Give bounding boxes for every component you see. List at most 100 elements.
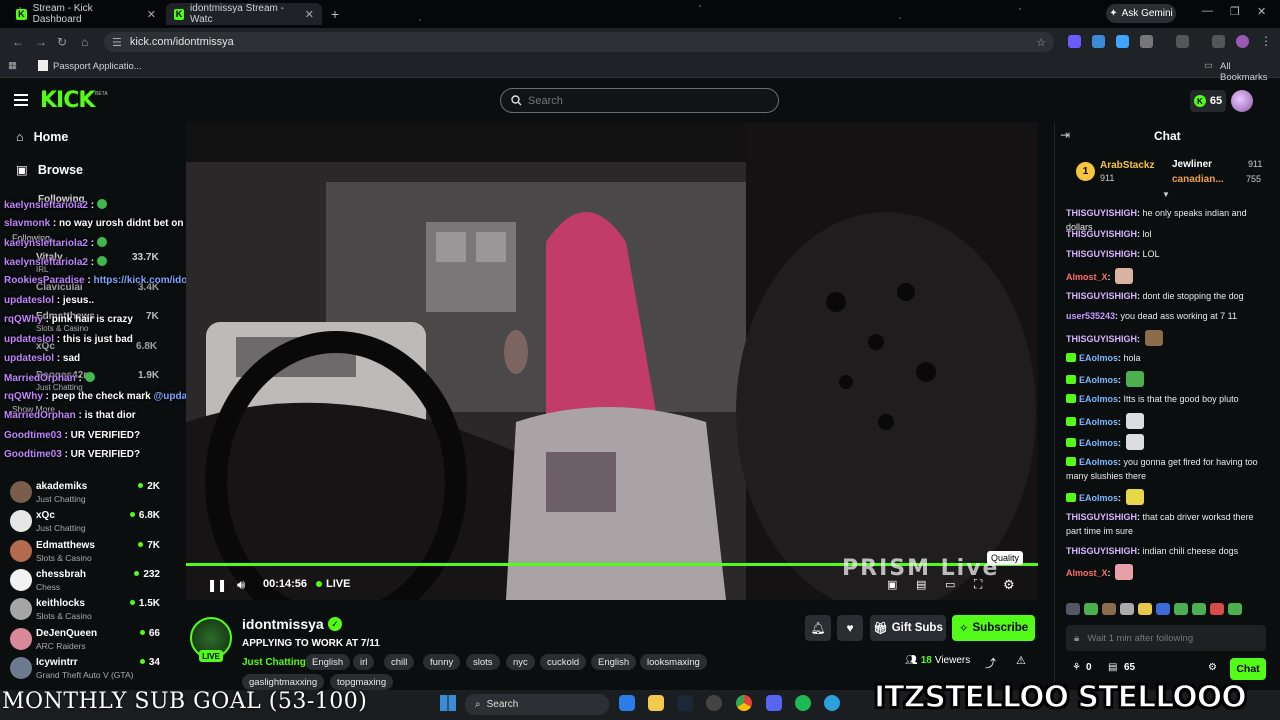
overlay-chat-user[interactable]: rqQWhy [4, 391, 43, 402]
cast-icon[interactable] [1176, 35, 1189, 48]
emote-icon[interactable] [1102, 603, 1116, 615]
sidebar-channel-edmatthews[interactable]: Edmatthews Slots & Casino 7K [10, 537, 162, 566]
chat-username[interactable]: THISGUYISHIGH [1066, 334, 1137, 344]
kick-logo[interactable]: KICK [40, 88, 95, 113]
site-info-icon[interactable]: ☰ [112, 36, 122, 49]
tag-nyc[interactable]: nyc [506, 654, 535, 670]
overlay-chat-user[interactable]: kaelynsleftariola2 [4, 200, 88, 211]
tag-looksmaxing[interactable]: looksmaxing [640, 654, 707, 670]
report-warning-icon[interactable]: ⚠ [1016, 654, 1026, 667]
sidebar-channel-dejenqueen[interactable]: DeJenQueen ARC Raiders 66 [10, 625, 162, 654]
tag-english[interactable]: English [591, 654, 637, 670]
extension-icon[interactable] [1116, 35, 1129, 48]
settings-gear-icon[interactable]: ⚙ [1003, 577, 1015, 593]
more-menu-icon[interactable]: ⋮ [1260, 34, 1272, 48]
chat-input[interactable] [1087, 632, 1258, 644]
overlay-chat-user[interactable]: RookiesParadise [4, 275, 85, 286]
chat-username[interactable]: EAolmos [1079, 375, 1118, 385]
bookmark-passport[interactable]: Passport Applicatio... [53, 61, 142, 72]
extension-icon[interactable] [1092, 35, 1105, 48]
tag-topgmaxing[interactable]: topgmaxing [330, 674, 394, 690]
chat-username[interactable]: THISGUYISHIGH [1066, 546, 1137, 556]
live-indicator[interactable]: LIVE [316, 578, 350, 590]
pause-icon[interactable]: ❚❚ [207, 578, 227, 592]
theater-mode-icon[interactable]: ▭ [945, 578, 955, 591]
spotify-icon[interactable] [795, 695, 811, 711]
overlay-chat-user[interactable]: MarriedOrphan [4, 410, 76, 421]
overlay-chat-user[interactable]: slavmonk [4, 218, 50, 229]
overlay-chat-user[interactable]: updateslol [4, 353, 54, 364]
site-search[interactable] [500, 88, 779, 113]
follow-button[interactable]: ♥ [837, 615, 863, 641]
nav-browse[interactable]: ▣ Browse [16, 162, 83, 178]
tag-slots[interactable]: slots [466, 654, 500, 670]
overlay-chat-user[interactable]: Goodtime03 [4, 449, 62, 460]
tag-chill[interactable]: chill [384, 654, 415, 670]
sidebar-channel-xqc[interactable]: xQc Just Chatting 6.8K [10, 507, 162, 536]
chat-username[interactable]: Almost_X [1066, 272, 1108, 282]
steam-icon[interactable] [677, 695, 693, 711]
new-tab-button[interactable]: + [326, 5, 344, 23]
tag-cuckold[interactable]: cuckold [540, 654, 587, 670]
emote-icon[interactable] [1156, 603, 1170, 615]
emote-icon[interactable] [1228, 603, 1242, 615]
notifications-button[interactable]: 🔔︎ [805, 615, 831, 641]
back-icon[interactable]: ← [12, 35, 24, 49]
chat-settings-icon[interactable]: ⚙ [1208, 662, 1217, 673]
sidebar-channel-keithlocks[interactable]: keithlocks Slots & Casino 1.5K [10, 595, 162, 624]
chat-input-box[interactable]: 🔒︎ [1066, 625, 1266, 651]
clip-icon[interactable]: ▣ [887, 578, 897, 591]
emote-icon[interactable] [1210, 603, 1224, 615]
sidebar-channel-akademiks[interactable]: akademiks Just Chatting 2K [10, 478, 162, 507]
volume-icon[interactable]: 🔊︎ [237, 577, 245, 593]
chat-username[interactable]: EAolmos [1079, 493, 1118, 503]
reload-icon[interactable]: ↻ [57, 35, 67, 49]
sidebar-channel-chessbrah[interactable]: chessbrah Chess 232 [10, 566, 162, 595]
discord-icon[interactable] [766, 695, 782, 711]
emote-icon[interactable] [1066, 603, 1080, 615]
overlay-chat-user[interactable]: Goodtime03 [4, 430, 62, 441]
user-avatar[interactable] [1231, 90, 1253, 112]
overlay-chat-user[interactable]: rqQWhy [4, 314, 43, 325]
tag-english[interactable]: English [305, 654, 351, 670]
emote-icon[interactable] [1174, 603, 1188, 615]
chat-username[interactable]: Almost_X [1066, 568, 1108, 578]
home-browser-icon[interactable]: ⌂ [81, 35, 88, 49]
bookmark-star-icon[interactable]: ☆ [1036, 36, 1046, 49]
telegram-icon[interactable] [824, 695, 840, 711]
overlay-chat-user[interactable]: updateslol [4, 295, 54, 306]
hamburger-menu-icon[interactable] [14, 94, 28, 106]
close-tab-icon[interactable]: ✕ [305, 8, 314, 21]
emote-icon[interactable] [1192, 603, 1206, 615]
chrome-icon[interactable] [736, 695, 752, 711]
collapse-chat-icon[interactable]: ⇥ [1060, 128, 1070, 142]
overlay-chat-user[interactable]: updateslol [4, 334, 54, 345]
emote-icon[interactable] [1138, 603, 1152, 615]
points-badge[interactable]: K 65 [1190, 90, 1226, 112]
maximize-icon[interactable]: ❐ [1230, 5, 1240, 18]
apps-grid-icon[interactable]: ▦ [8, 60, 17, 71]
chat-username[interactable]: EAolmos [1079, 394, 1118, 404]
chat-username[interactable]: user535243 [1066, 311, 1115, 321]
emote-icon[interactable] [1120, 603, 1134, 615]
emote-icon[interactable] [1084, 603, 1098, 615]
chat-username[interactable]: EAolmos [1079, 417, 1118, 427]
obs-icon[interactable] [706, 695, 722, 711]
leader-name[interactable]: Jewliner [1172, 159, 1212, 170]
overlay-chat-user[interactable]: MarriedOrphan [4, 373, 76, 384]
chat-username[interactable]: EAolmos [1079, 438, 1118, 448]
sidebar-channel-icywintrr[interactable]: Icywintrr Grand Theft Auto V (GTA) 34 [10, 654, 162, 683]
close-tab-icon[interactable]: ✕ [147, 8, 156, 21]
windows-start-icon[interactable] [440, 695, 456, 711]
leader-name[interactable]: ArabStackz [1100, 160, 1154, 171]
taskbar-search[interactable]: ⌕ Search [465, 694, 609, 715]
stream-category-link[interactable]: Just Chatting [242, 657, 306, 668]
minimize-icon[interactable]: — [1202, 5, 1213, 17]
browser-tab-dashboard[interactable]: K Stream - Kick Dashboard ✕ [8, 3, 164, 25]
fullscreen-icon[interactable]: ⛶ [974, 577, 982, 592]
edge-browser-icon[interactable] [619, 695, 635, 711]
share-icon[interactable]: ⤴ [985, 655, 996, 671]
close-window-icon[interactable]: ✕ [1257, 5, 1266, 18]
search-input[interactable] [528, 94, 748, 107]
expand-leaderboard-icon[interactable]: ▼ [1162, 190, 1170, 199]
